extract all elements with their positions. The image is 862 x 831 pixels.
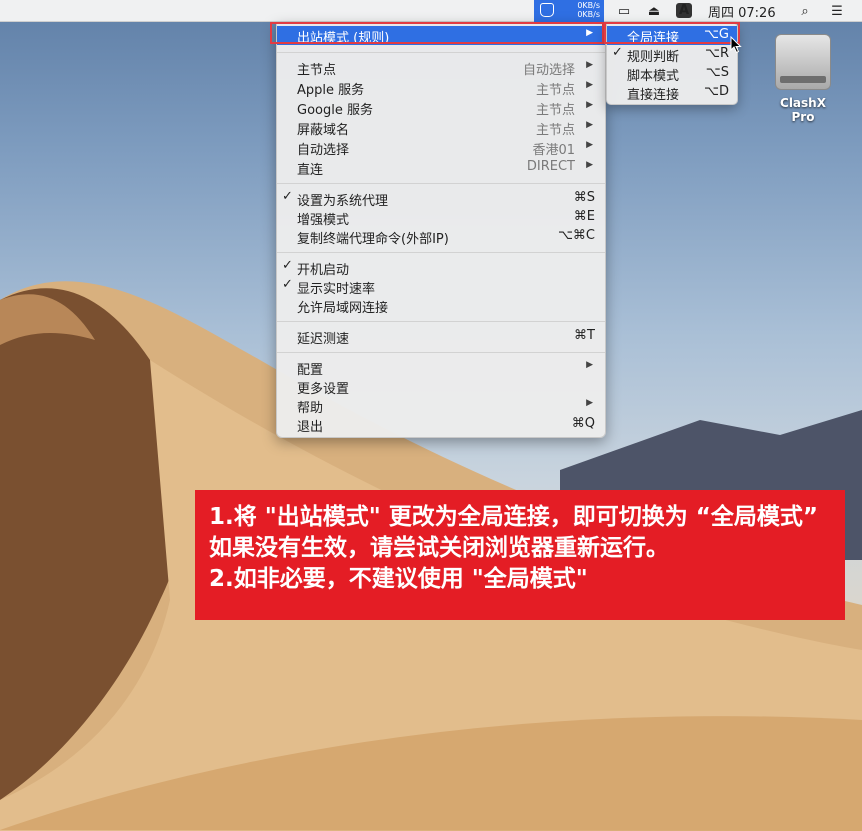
menubar-clock[interactable]: 周四 07:26 — [708, 0, 780, 22]
outbound-mode-submenu: 全局连接 ⌥G ✓ 规则判断 ⌥R 脚本模式 ⌥S 直接连接 ⌥D — [606, 23, 738, 105]
menu-bar: 0KB/s 0KB/s ▭ ⏏ A 周四 07:26 ⌕ ☰ — [0, 0, 862, 22]
display-mirroring-icon[interactable]: ▭ — [612, 0, 636, 22]
submenu-arrow-icon: ▶ — [586, 398, 593, 408]
eject-icon[interactable]: ⏏ — [646, 0, 662, 22]
submenu-item-direct[interactable]: 直接连接 ⌥D — [607, 83, 737, 103]
menu-separator — [277, 352, 605, 353]
menu-item-proxy-group[interactable]: 自动选择 香港01 ▶ — [277, 138, 605, 158]
instruction-banner: 1.将 "出站模式" 更改为全局连接，即可切换为 “全局模式” 如果没有生效，请… — [195, 490, 845, 620]
clashx-status-item[interactable]: 0KB/s 0KB/s — [534, 0, 604, 22]
menu-item-proxy-group[interactable]: Google 服务 主节点 ▶ — [277, 98, 605, 118]
submenu-arrow-icon: ▶ — [586, 60, 593, 70]
clash-speed-readout: 0KB/s 0KB/s — [577, 1, 600, 19]
menu-item-allow-lan[interactable]: 允许局域网连接 — [277, 296, 605, 316]
clashx-main-menu: 出站模式 (规则) ▶ 主节点 自动选择 ▶ Apple 服务 主节点 ▶ Go… — [276, 23, 606, 438]
menu-item-config[interactable]: 配置 ▶ — [277, 358, 605, 378]
menu-separator — [277, 52, 605, 53]
submenu-arrow-icon: ▶ — [586, 100, 593, 110]
notification-center-icon[interactable]: ☰ — [828, 0, 846, 22]
clashx-pro-drive[interactable]: ClashX Pro — [770, 34, 836, 124]
checkmark-icon: ✓ — [612, 45, 623, 60]
instruction-line-3: 2.如非必要，不建议使用 "全局模式" — [209, 566, 588, 592]
instruction-line-2: 如果没有生效，请尝试关闭浏览器重新运行。 — [209, 535, 669, 561]
checkmark-icon: ✓ — [282, 277, 293, 292]
menu-item-proxy-group[interactable]: 主节点 自动选择 ▶ — [277, 58, 605, 78]
menu-item-quit[interactable]: 退出 ⌘Q — [277, 415, 605, 435]
menu-item-latency-test[interactable]: 延迟测速 ⌘T — [277, 327, 605, 347]
menu-item-enhanced-mode[interactable]: 增强模式 ⌘E — [277, 208, 605, 228]
checkmark-icon: ✓ — [282, 189, 293, 204]
drive-label: ClashX Pro — [780, 96, 826, 124]
menu-item-show-speed[interactable]: ✓ 显示实时速率 — [277, 277, 605, 297]
submenu-item-rule[interactable]: ✓ 规则判断 ⌥R — [607, 45, 737, 65]
submenu-arrow-icon: ▶ — [586, 28, 593, 38]
download-speed: 0KB/s — [577, 10, 600, 19]
menu-item-more-settings[interactable]: 更多设置 — [277, 377, 605, 397]
instruction-line-1: 1.将 "出站模式" 更改为全局连接，即可切换为 “全局模式” — [209, 504, 818, 530]
mouse-pointer-icon — [730, 36, 742, 54]
upload-speed: 0KB/s — [577, 1, 600, 10]
input-source-icon[interactable]: A — [676, 3, 692, 18]
menu-separator — [277, 183, 605, 184]
submenu-arrow-icon: ▶ — [586, 80, 593, 90]
menu-item-proxy-group[interactable]: Apple 服务 主节点 ▶ — [277, 78, 605, 98]
menu-item-system-proxy[interactable]: ✓ 设置为系统代理 ⌘S — [277, 189, 605, 209]
menu-item-copy-terminal-command[interactable]: 复制终端代理命令(外部IP) ⌥⌘C — [277, 227, 605, 247]
spotlight-search-icon[interactable]: ⌕ — [796, 0, 814, 22]
menu-item-proxy-group[interactable]: 屏蔽域名 主节点 ▶ — [277, 118, 605, 138]
menu-item-launch-at-login[interactable]: ✓ 开机启动 — [277, 258, 605, 278]
submenu-arrow-icon: ▶ — [586, 360, 593, 370]
menu-item-proxy-group[interactable]: 直连 DIRECT ▶ — [277, 158, 605, 178]
menu-separator — [277, 321, 605, 322]
checkmark-icon: ✓ — [282, 258, 293, 273]
menu-item-outbound-mode[interactable]: 出站模式 (规则) ▶ — [277, 26, 605, 46]
menu-item-help[interactable]: 帮助 ▶ — [277, 396, 605, 416]
submenu-arrow-icon: ▶ — [586, 160, 593, 170]
submenu-arrow-icon: ▶ — [586, 120, 593, 130]
submenu-item-global[interactable]: 全局连接 ⌥G — [607, 26, 737, 46]
clash-cat-icon — [540, 3, 554, 17]
disk-drive-icon — [775, 34, 831, 90]
menu-separator — [277, 252, 605, 253]
submenu-item-script[interactable]: 脚本模式 ⌥S — [607, 64, 737, 84]
submenu-arrow-icon: ▶ — [586, 140, 593, 150]
